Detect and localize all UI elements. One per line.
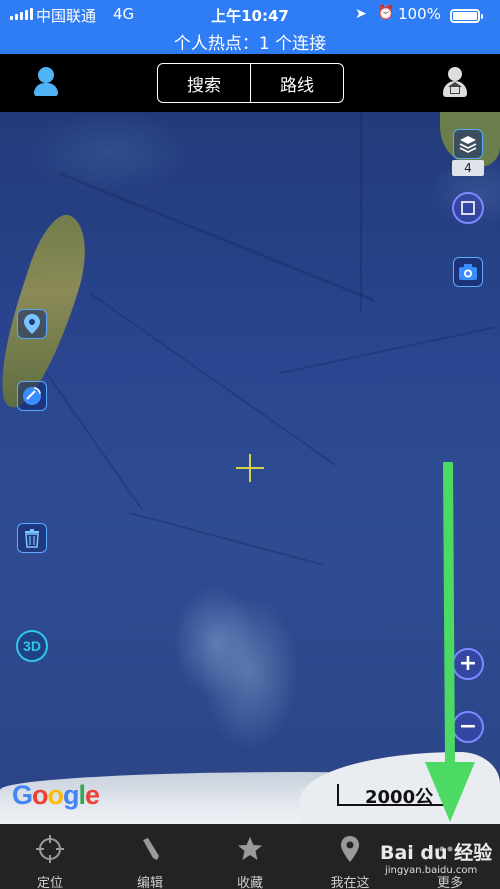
route-button[interactable]: 路线 <box>250 64 343 102</box>
google-logo: Google <box>12 780 100 810</box>
battery-percentage: 100% <box>398 5 441 23</box>
screenshot-button[interactable] <box>453 257 483 287</box>
baidu-watermark-url: jingyan.baidu.com <box>385 865 478 876</box>
layers-icon <box>459 136 477 153</box>
trash-icon <box>25 529 39 548</box>
camera-icon <box>459 264 477 280</box>
crosshair-icon <box>35 834 65 864</box>
location-marker-icon <box>24 314 40 334</box>
delete-button[interactable] <box>17 523 47 553</box>
alarm-icon: ⏰ <box>377 5 395 21</box>
star-icon <box>235 834 265 864</box>
search-button[interactable]: 搜索 <box>158 64 250 102</box>
annotation-arrow-icon <box>425 462 475 822</box>
battery-icon <box>450 9 483 23</box>
location-pin-icon <box>335 834 365 864</box>
user-home-icon[interactable] <box>442 67 468 99</box>
map-center-crosshair <box>236 454 264 482</box>
pencil-icon <box>135 834 165 864</box>
layers-count-badge: 4 <box>452 160 484 176</box>
satellite-dish-icon <box>23 387 41 405</box>
location-marker-button[interactable] <box>17 309 47 339</box>
baidu-watermark: Bai du 经验 <box>380 842 493 864</box>
location-arrow-icon: ➤ <box>355 6 367 22</box>
tab-locate[interactable]: 定位 <box>0 824 100 889</box>
tab-edit[interactable]: 编辑 <box>100 824 200 889</box>
top-navigation: 搜索 路线 <box>0 54 500 112</box>
tab-label: 定位 <box>36 876 63 889</box>
status-bar: 中国联通 4G 上午10:47 ➤ ⏰ 100% 个人热点：1 个连接 <box>0 0 500 54</box>
tab-label: 收藏 <box>236 876 263 889</box>
tab-favorites[interactable]: 收藏 <box>200 824 300 889</box>
hotspot-banner[interactable]: 个人热点：1 个连接 <box>0 29 500 54</box>
3d-toggle-button[interactable]: 3D <box>16 630 48 662</box>
island-landmass <box>0 208 100 416</box>
square-frame-icon <box>461 201 475 215</box>
tab-label: 编辑 <box>136 876 163 889</box>
tab-label: 我在这 <box>330 876 370 889</box>
layers-button[interactable] <box>453 129 483 159</box>
user-profile-icon[interactable] <box>32 67 60 99</box>
area-select-button[interactable] <box>452 192 484 224</box>
compass-track-button[interactable] <box>17 381 47 411</box>
search-route-segment: 搜索 路线 <box>157 63 344 103</box>
